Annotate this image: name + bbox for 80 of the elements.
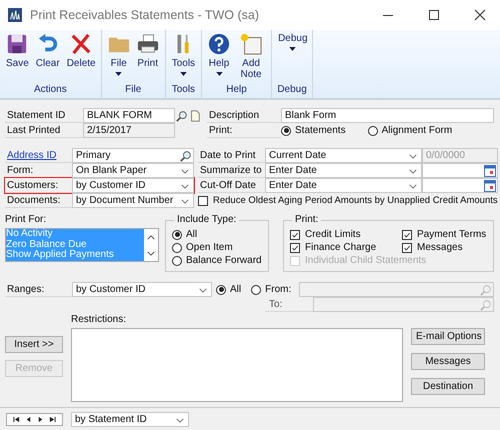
calendar-icon[interactable] bbox=[484, 180, 496, 192]
printer-icon bbox=[136, 33, 159, 55]
statement-id-field[interactable]: BLANK FORM bbox=[83, 108, 175, 123]
calendar-icon[interactable] bbox=[484, 164, 496, 176]
ribbon-button[interactable]: Debug bbox=[275, 33, 310, 83]
dropdown-field[interactable]: On Blank Paper bbox=[72, 163, 194, 178]
ribbon-button[interactable]: Delete bbox=[64, 33, 98, 83]
reduce-checkbox[interactable]: Reduce Oldest Aging Period Amounts by Unapplied Credit Amounts bbox=[198, 193, 498, 208]
ribbon-group-label: Debug bbox=[277, 84, 307, 95]
action-button[interactable]: Insert >> bbox=[5, 336, 63, 353]
scroll-up-icon[interactable] bbox=[147, 234, 155, 240]
ribbon-group-label: Actions bbox=[34, 84, 67, 95]
delete-icon bbox=[70, 33, 92, 55]
radio-option[interactable]: Open Item bbox=[172, 242, 262, 253]
dropdown-field[interactable]: by Customer ID bbox=[72, 282, 212, 297]
search-icon[interactable] bbox=[180, 150, 192, 162]
ribbon-group-label: Help bbox=[226, 84, 247, 95]
radio-option[interactable]: All bbox=[172, 229, 262, 240]
window-title: Print Receivables Statements - TWO (sa) bbox=[30, 8, 260, 22]
chevron-icon bbox=[199, 288, 207, 293]
last-record-icon[interactable] bbox=[49, 416, 56, 422]
note-icon bbox=[240, 33, 262, 55]
maximize-icon[interactable] bbox=[428, 9, 440, 21]
action-button[interactable]: Messages bbox=[411, 353, 485, 370]
checkbox[interactable]: Credit Limits bbox=[290, 229, 402, 240]
last-printed-field: 2/15/2017 bbox=[83, 123, 175, 138]
chevron-icon bbox=[409, 169, 417, 174]
to-field[interactable] bbox=[313, 297, 494, 312]
dropdown-field[interactable]: Enter Date bbox=[265, 163, 422, 178]
help-icon bbox=[208, 33, 230, 55]
ribbon-group-label: Tools bbox=[172, 84, 196, 95]
search-icon[interactable] bbox=[176, 110, 188, 122]
chevron-icon bbox=[409, 184, 417, 189]
description-field[interactable]: Blank Form bbox=[281, 108, 494, 123]
ribbon-button[interactable]: File bbox=[104, 33, 133, 83]
ribbon-button[interactable]: Save bbox=[3, 33, 32, 83]
chevron-icon bbox=[176, 418, 184, 422]
dropdown-field[interactable]: by Document Number bbox=[72, 193, 194, 208]
chevron-icon bbox=[181, 169, 189, 174]
date-field: 0/0/0000 bbox=[422, 148, 498, 163]
chevron-icon bbox=[181, 199, 189, 204]
lookup-field[interactable]: Primary bbox=[72, 148, 194, 163]
action-button[interactable]: Destination bbox=[411, 378, 485, 395]
dropdown-field[interactable]: by Customer ID bbox=[72, 178, 194, 193]
ribbon-button[interactable]: Add Note bbox=[234, 33, 268, 83]
radio-option[interactable]: Statements bbox=[281, 125, 346, 136]
ribbon-button[interactable]: Print bbox=[134, 33, 162, 83]
sort-dropdown[interactable]: by Statement ID bbox=[71, 412, 189, 426]
group-title: Include Type: bbox=[174, 214, 240, 225]
chevron-icon bbox=[181, 184, 189, 189]
next-record-icon[interactable] bbox=[37, 416, 44, 422]
section-label: Print For: bbox=[5, 214, 48, 226]
previous-record-icon[interactable] bbox=[25, 416, 32, 422]
ribbon-button[interactable]: Help bbox=[205, 33, 234, 83]
first-record-icon[interactable] bbox=[13, 416, 20, 422]
radio-option[interactable]: All bbox=[216, 284, 242, 295]
radio-option[interactable]: From: bbox=[251, 284, 292, 295]
dropdown-field[interactable]: Current Date bbox=[265, 148, 422, 163]
checkbox: Individual Child Statements bbox=[290, 255, 487, 266]
section-label: Restrictions: bbox=[71, 314, 128, 326]
radio-option[interactable]: Balance Forward bbox=[172, 255, 262, 266]
scroll-down-icon[interactable] bbox=[147, 250, 155, 256]
checkbox[interactable]: Finance Charge bbox=[290, 242, 402, 253]
dropdown-field[interactable]: Enter Date bbox=[265, 178, 422, 193]
group-title: Print: bbox=[292, 214, 322, 225]
from-field[interactable] bbox=[299, 282, 494, 297]
ribbon-button[interactable]: Clear bbox=[32, 33, 63, 83]
field-label: Print: bbox=[207, 123, 281, 138]
date-field[interactable] bbox=[422, 178, 498, 193]
page-icon[interactable] bbox=[189, 110, 201, 122]
radio-option[interactable]: Alignment Form bbox=[368, 125, 452, 136]
checkbox[interactable]: Payment Terms bbox=[402, 229, 487, 240]
app-icon bbox=[8, 8, 22, 22]
close-icon[interactable] bbox=[474, 9, 486, 21]
action-button[interactable]: E-mail Options bbox=[411, 328, 485, 345]
chevron-icon bbox=[409, 154, 417, 159]
ribbon-button[interactable]: Tools bbox=[168, 33, 198, 83]
ribbon-group-label: File bbox=[125, 84, 142, 95]
date-field[interactable] bbox=[422, 163, 498, 178]
checkbox[interactable]: Messages bbox=[402, 242, 487, 253]
